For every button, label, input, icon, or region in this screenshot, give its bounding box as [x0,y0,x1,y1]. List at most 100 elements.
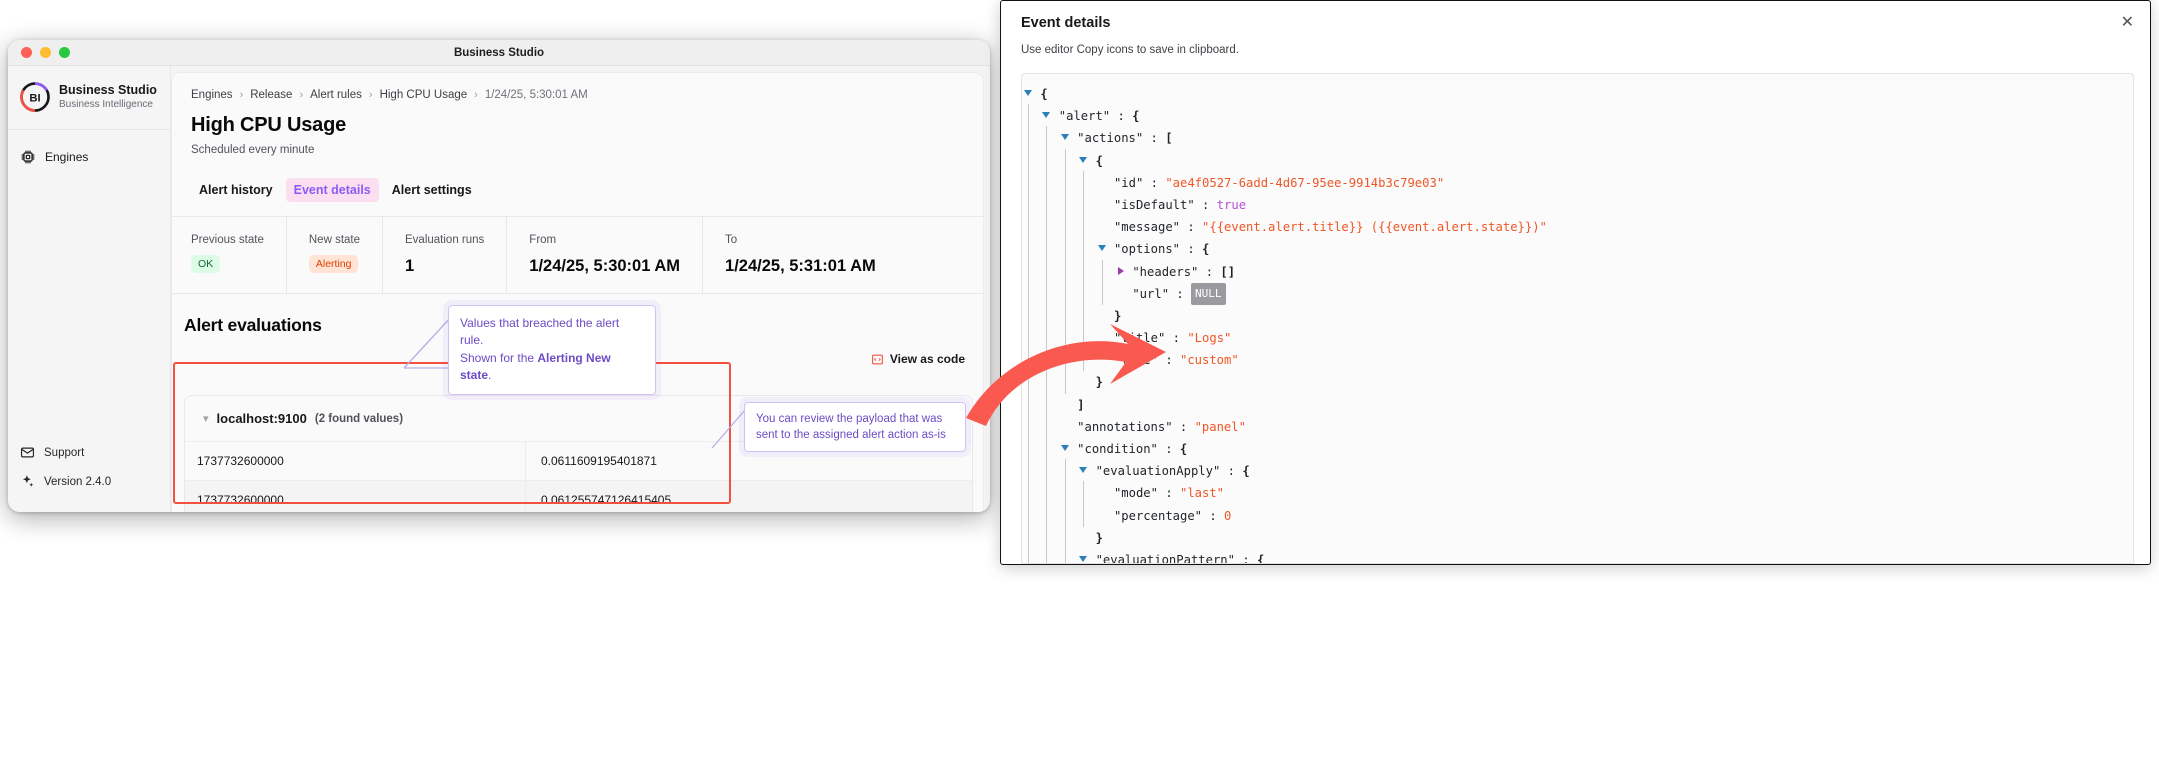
json-line: "evaluationPattern" : { [1022,547,2133,564]
json-line: "options" : { [1022,237,2133,261]
json-line: } [1022,525,2133,549]
json-value: "{{event.alert.title}} ({{event.alert.st… [1202,220,1547,235]
json-key: "condition" [1077,442,1158,456]
json-value: "ae4f0527-6add-4d67-95ee-9914b3c79e03" [1165,175,1445,190]
sparkles-icon [22,475,34,487]
breadcrumb-item-engines[interactable]: Engines [191,89,233,101]
evaluation-timestamp: 1737732600000 [197,493,284,507]
sidebar-item-version[interactable]: Version 2.4.0 [20,467,158,496]
stat-value: 1 [405,257,415,275]
json-value: } [1095,530,1103,545]
breadcrumb-item-release[interactable]: Release [250,89,292,101]
status-badge-previous-state: OK [191,255,221,273]
stat-label: To [725,234,738,246]
code-icon [871,354,883,364]
callout-values-breached: Values that breached the alert rule. Sho… [448,305,656,395]
sidebar-item-engines[interactable]: Engines [8,142,170,172]
json-separator: : [1172,419,1195,434]
stat-value: 1/24/25, 5:30:01 AM [529,257,681,275]
json-value: 0 [1224,508,1232,523]
json-value: "last" [1180,486,1225,501]
tab-bar: Alert history Event details Alert settin… [172,156,983,202]
json-value: { [1095,153,1103,168]
breadcrumb-item-high-cpu-usage[interactable]: High CPU Usage [380,89,468,101]
breadcrumb: Engines › Release › Alert rules › High C… [172,73,983,101]
chevron-down-icon[interactable]: ▾ [203,412,209,425]
brand-subtitle: Business Intelligence [59,98,153,110]
stat-label: Previous state [191,234,264,246]
callout-1-line2-pre: Shown for the [460,350,538,365]
json-collapse-arrow-icon[interactable] [1097,245,1106,252]
json-code-content: {"alert" : {"actions" : [{"id" : "ae4f05… [1022,74,2133,564]
evaluations-host: localhost:9100 [216,411,307,426]
json-value: "Logs" [1187,331,1232,346]
json-value: { [1040,87,1048,101]
json-separator: : [1234,552,1257,564]
json-value: { [1202,242,1210,257]
bi-logo-icon: BI [20,82,50,112]
json-value: NULL [1191,282,1226,305]
breadcrumb-item-alert-rules[interactable]: Alert rules [310,89,362,101]
json-viewer[interactable]: {"alert" : {"actions" : [{"id" : "ae4f05… [1021,73,2134,564]
json-separator: : [1194,197,1217,212]
tab-alert-history[interactable]: Alert history [191,178,281,202]
close-icon[interactable]: ✕ [2121,15,2134,31]
tab-alert-settings[interactable]: Alert settings [384,178,480,202]
view-as-code-label: View as code [889,352,965,366]
json-separator: : [1143,131,1166,146]
json-line: ] [1022,392,2133,416]
json-collapse-arrow-icon[interactable] [1060,134,1069,141]
callout-1-line2-post: . [488,368,492,383]
json-line: "alert" : { [1022,104,2133,128]
evaluation-value: 0.061255747126415405 [525,481,972,512]
breadcrumb-timestamp: 1/24/25, 5:30:01 AM [484,89,588,101]
page-subtitle: Scheduled every minute [191,144,315,156]
sidebar-item-support-label: Support [44,446,85,459]
chevron-right-icon: › [299,89,304,101]
json-value: { [1179,442,1188,456]
json-line: "headers" : [] [1022,259,2133,283]
evaluation-timestamp: 1737732600000 [197,454,284,468]
tab-event-details[interactable]: Event details [285,178,379,202]
callout-2-line2: sent to the assigned alert action as-is [756,429,946,442]
sidebar-nav: Engines [8,130,170,438]
json-expand-arrow-icon[interactable] [1117,266,1124,275]
json-collapse-arrow-icon[interactable] [1079,467,1088,474]
table-row: 1737732600000 0.061255747126415405 [185,480,972,512]
view-as-code-button[interactable]: View as code [871,352,965,366]
stat-evaluation-runs: Evaluation runs 1 [382,217,506,293]
json-key: "headers" [1132,264,1199,279]
sidebar-item-support[interactable]: Support [20,438,158,467]
evaluations-found-values: (2 found values) [314,412,404,425]
window-title: Business Studio [453,46,545,59]
json-value: true [1216,197,1247,212]
json-key: "evaluationPattern" [1095,552,1235,564]
json-value: "panel" [1194,419,1246,434]
stat-previous-state: Previous state OK [191,217,286,293]
json-collapse-arrow-icon[interactable] [1079,156,1088,163]
json-key: "alert" [1058,109,1111,124]
svg-text:BI: BI [29,93,40,105]
sidebar: BI Business Studio Business Intelligence [8,66,171,512]
screenshot-root: Business Studio BI Business Studio Busin… [0,0,2159,784]
json-line: "type" : "custom" [1022,348,2133,372]
json-key: "isDefault" [1113,197,1195,212]
json-line: "annotations" : "panel" [1022,414,2133,438]
json-collapse-arrow-icon[interactable] [1024,90,1032,96]
json-value: [ [1165,131,1173,146]
json-collapse-arrow-icon[interactable] [1079,555,1088,562]
status-badge-new-state: Alerting [308,255,359,273]
json-line: } [1022,303,2133,328]
json-separator: : [1220,464,1243,479]
json-separator: : [1157,486,1180,501]
json-value: { [1242,464,1250,479]
json-key: "id" [1113,175,1144,190]
json-line: "title" : "Logs" [1022,326,2133,350]
mail-icon [20,447,35,458]
json-key: "mode" [1113,486,1158,501]
json-line: "message" : "{{event.alert.title}} ({{ev… [1022,215,2133,239]
chevron-right-icon: › [368,89,373,101]
json-collapse-arrow-icon[interactable] [1042,112,1051,119]
json-line: { [1022,83,2133,105]
json-collapse-arrow-icon[interactable] [1060,445,1069,451]
